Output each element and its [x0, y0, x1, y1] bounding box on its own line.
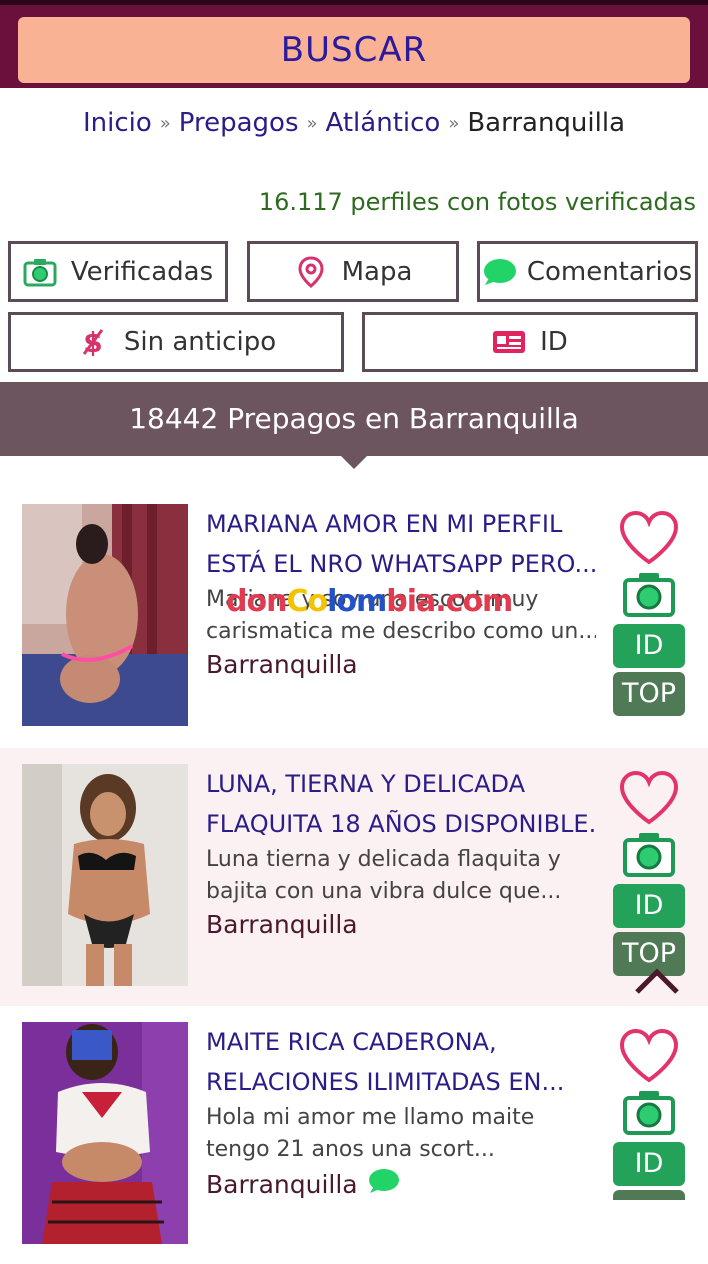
- listing-description-line: Luna tierna y delicada flaquita y: [206, 847, 561, 872]
- filter-id-button[interactable]: ID: [362, 312, 698, 372]
- breadcrumb-separator: »: [306, 113, 318, 134]
- watermark-part: bia: [386, 584, 436, 619]
- heart-icon[interactable]: [618, 770, 680, 826]
- listing-description: Luna tierna y delicada flaquita y bajita…: [206, 844, 596, 908]
- top-badge: TOP: [613, 672, 685, 716]
- filter-comentarios-label: Comentarios: [526, 256, 693, 287]
- listing-description-line: Hola mi amor me llamo maite: [206, 1105, 535, 1130]
- chat-bubble-icon: [483, 255, 517, 289]
- camera-icon: [622, 1088, 676, 1136]
- listing-title-line[interactable]: MAITE RICA CADERONA,: [206, 1022, 596, 1062]
- results-count-banner: 18442 Prepagos en Barranquilla: [0, 382, 708, 456]
- watermark-part: .com: [435, 584, 513, 619]
- top-bar: BUSCAR: [0, 0, 708, 88]
- filter-verificadas-label: Verificadas: [70, 256, 214, 287]
- chevron-up-icon[interactable]: [634, 966, 680, 996]
- chat-bubble-icon: [368, 1168, 400, 1200]
- verified-id-badge: ID: [613, 884, 685, 928]
- listing-city: Barranquilla: [206, 1168, 400, 1200]
- listing-title[interactable]: MAITE RICA CADERONA, RELACIONES ILIMITAD…: [206, 1022, 596, 1102]
- listing-photo[interactable]: [22, 764, 188, 986]
- watermark-part: Co: [286, 584, 328, 619]
- filter-comentarios-button[interactable]: Comentarios: [477, 241, 698, 302]
- verified-profiles-count: 16.117 perfiles con fotos verificadas: [258, 188, 696, 216]
- listing-photo[interactable]: [22, 504, 188, 726]
- breadcrumb-link-inicio[interactable]: Inicio: [83, 108, 152, 138]
- search-button[interactable]: BUSCAR: [18, 17, 690, 83]
- filter-mapa-label: Mapa: [341, 256, 413, 287]
- listing-city-label: Barranquilla: [206, 650, 358, 679]
- listing-description-line: bajita con una vibra dulce que...: [206, 879, 562, 904]
- filter-verificadas-button[interactable]: Verificadas: [8, 241, 228, 302]
- filter-id-label: ID: [540, 327, 568, 357]
- listing-title-line[interactable]: RELACIONES ILIMITADAS EN...: [206, 1062, 596, 1102]
- listing-city-label: Barranquilla: [206, 910, 358, 939]
- listing-description-line: carismatica me describo como un...: [206, 619, 596, 644]
- filter-mapa-button[interactable]: Mapa: [247, 241, 459, 302]
- listing-city-label: Barranquilla: [206, 1169, 358, 1199]
- listing-title-line[interactable]: FLAQUITA 18 AÑOS DISPONIBLE...: [206, 804, 596, 844]
- listing-title[interactable]: LUNA, TIERNA Y DELICADA FLAQUITA 18 AÑOS…: [206, 764, 596, 844]
- dollar-slash-icon: $: [76, 325, 110, 359]
- verified-id-badge: ID: [613, 1142, 685, 1186]
- listing-title-line[interactable]: ESTÁ EL NRO WHATSAPP PERO...: [206, 544, 596, 584]
- watermark-part: don: [226, 584, 287, 619]
- breadcrumb-link-prepagos[interactable]: Prepagos: [179, 108, 299, 138]
- top-badge-partial: [613, 1190, 685, 1200]
- listing-city: Barranquilla: [206, 910, 358, 939]
- listing-photo[interactable]: [22, 1022, 188, 1244]
- map-pin-icon: [294, 255, 328, 289]
- banner-pointer: [340, 455, 368, 469]
- listing-description: Hola mi amor me llamo maite tengo 21 ano…: [206, 1102, 596, 1166]
- listing-title-line[interactable]: MARIANA AMOR EN MI PERFIL: [206, 504, 596, 544]
- breadcrumb-separator: »: [159, 113, 171, 134]
- listing-title[interactable]: MARIANA AMOR EN MI PERFIL ESTÁ EL NRO WH…: [206, 504, 596, 584]
- camera-icon: [622, 570, 676, 618]
- verified-id-badge: ID: [613, 624, 685, 668]
- heart-icon[interactable]: [618, 510, 680, 566]
- listing-card[interactable]: LUNA, TIERNA Y DELICADA FLAQUITA 18 AÑOS…: [0, 748, 708, 1006]
- listing-description-line: tengo 21 anos una scort...: [206, 1137, 495, 1162]
- heart-icon[interactable]: [618, 1028, 680, 1084]
- listing-city: Barranquilla: [206, 650, 358, 679]
- breadcrumb-current: Barranquilla: [467, 108, 626, 138]
- watermark-logo: donColombia.com: [226, 584, 513, 619]
- listing-title-line[interactable]: LUNA, TIERNA Y DELICADA: [206, 764, 596, 804]
- breadcrumb: Inicio » Prepagos » Atlántico » Barranquilla: [0, 108, 708, 138]
- listing-card[interactable]: MAITE RICA CADERONA, RELACIONES ILIMITAD…: [0, 1006, 708, 1264]
- id-card-icon: [492, 325, 526, 359]
- breadcrumb-separator: »: [448, 113, 460, 134]
- filter-sin-anticipo-label: Sin anticipo: [123, 327, 277, 357]
- watermark-part: lom: [327, 584, 387, 619]
- filter-sin-anticipo-button[interactable]: $ Sin anticipo: [8, 312, 344, 372]
- breadcrumb-link-atlantico[interactable]: Atlántico: [326, 108, 441, 138]
- camera-icon: [23, 255, 57, 289]
- camera-icon: [622, 830, 676, 878]
